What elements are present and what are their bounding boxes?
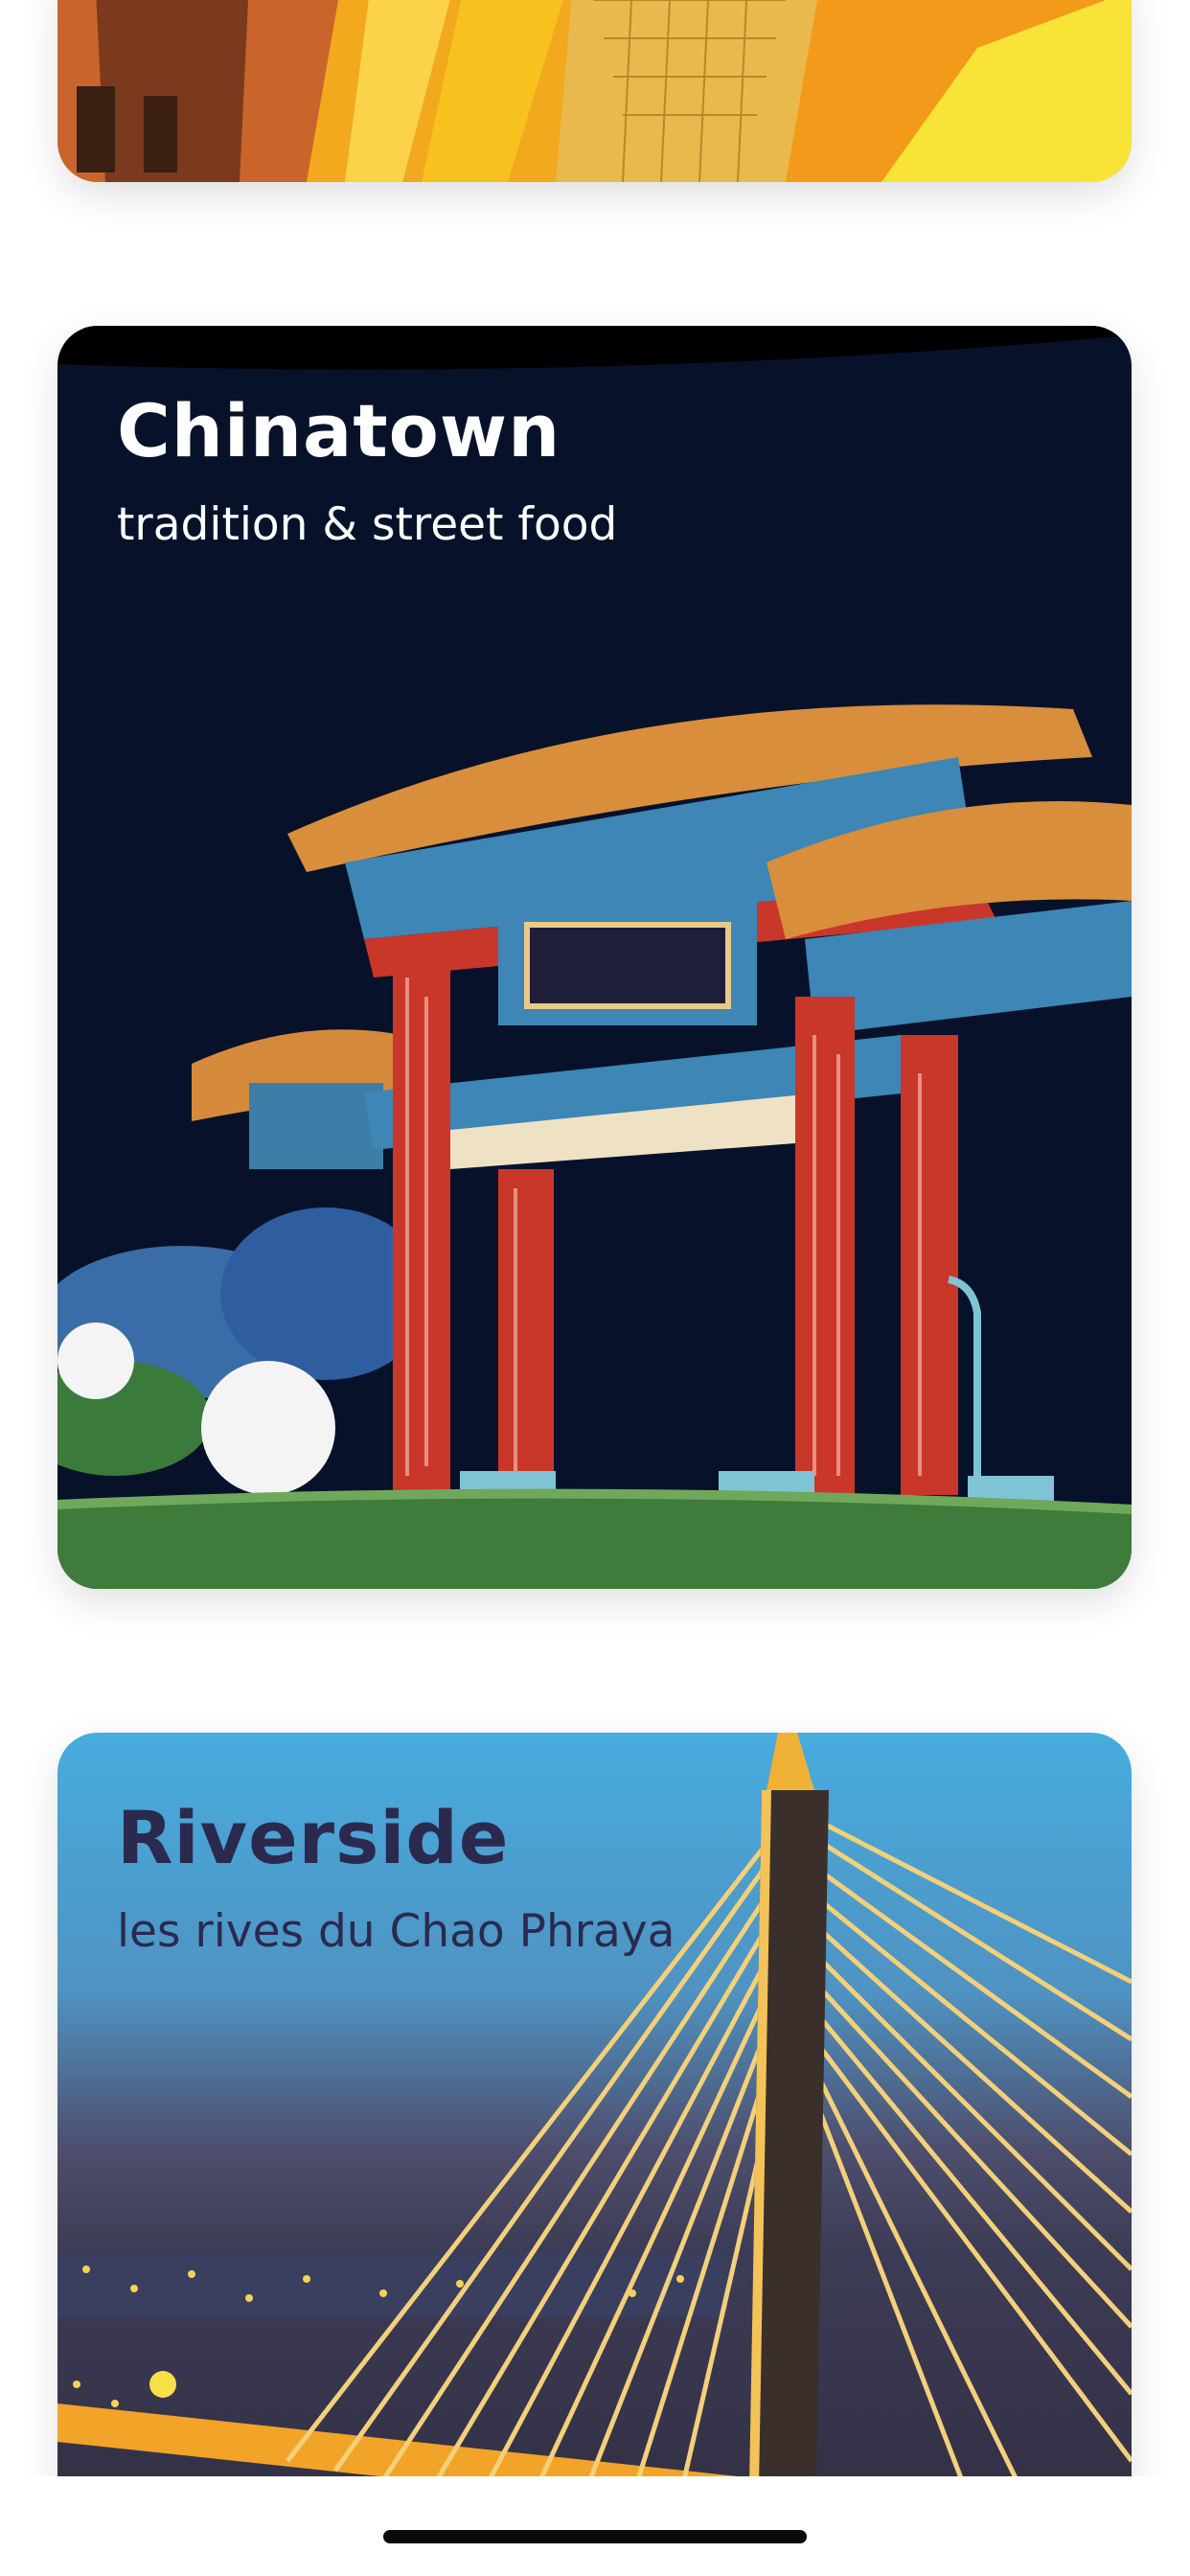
card-subtitle: les rives du Chao Phraya [117, 1904, 675, 1958]
bottom-safe-area [0, 2476, 1190, 2576]
temple-card[interactable] [57, 0, 1132, 182]
home-indicator[interactable] [383, 2530, 807, 2543]
chinatown-card-text: Chinatown tradition & street food [117, 391, 617, 552]
card-title: Riverside [117, 1795, 510, 1880]
card-subtitle: tradition & street food [117, 497, 618, 551]
chinatown-card[interactable]: Chinatown tradition & street food [57, 326, 1132, 1589]
golden-temple-illustration [57, 0, 1132, 182]
riverside-card[interactable]: Riverside les rives du Chao Phraya [57, 1733, 1132, 2576]
screen: Chinatown tradition & street food Rivers… [0, 0, 1190, 2576]
riverside-card-text: Riverside les rives du Chao Phraya [117, 1798, 675, 1959]
card-title: Chinatown [117, 388, 561, 473]
